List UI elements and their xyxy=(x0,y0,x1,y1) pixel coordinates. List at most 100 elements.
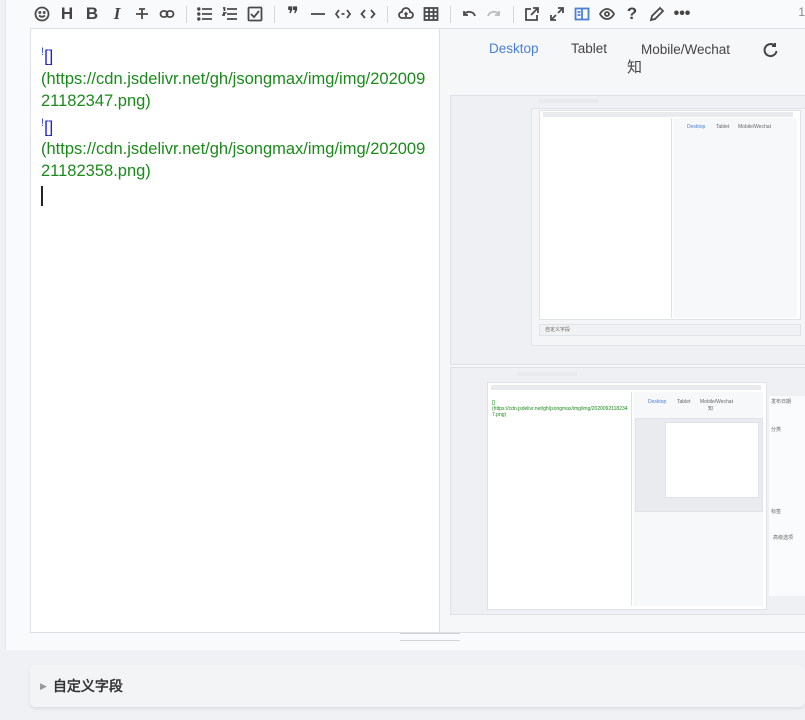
strike-button[interactable] xyxy=(130,3,154,25)
tab-mobile-label: Mobile/Wechat xyxy=(641,42,731,57)
eye-icon xyxy=(599,8,615,20)
editor-toolbar: H B I ❞ ? ••• 1 xyxy=(30,0,805,28)
preview-device-tabs: Desktop Tablet Mobile/Wechat 知 xyxy=(440,29,805,85)
more-button[interactable]: ••• xyxy=(670,3,694,25)
nested-title-bar xyxy=(517,372,577,376)
code-icon xyxy=(360,9,376,19)
nested-tab-desktop: Desktop xyxy=(648,399,667,405)
nested-tab-desktop: Desktop xyxy=(687,124,706,130)
nested-custom-field-label: 自定义字段 xyxy=(545,327,571,333)
edit-mode-button[interactable] xyxy=(520,3,544,25)
hr-button[interactable] xyxy=(306,3,330,25)
nested-tab-zhihu: 知 xyxy=(708,406,714,412)
emoji-button[interactable] xyxy=(30,3,54,25)
bold-icon: B xyxy=(85,4,99,23)
external-edit-icon xyxy=(525,7,539,21)
nested-tab-tablet: Tablet xyxy=(716,124,730,130)
fullscreen-icon xyxy=(550,7,564,21)
toolbar-divider xyxy=(387,5,388,23)
preview-pane: Desktop Tablet Mobile/Wechat 知 Desktop Ta… xyxy=(440,29,805,632)
refresh-button[interactable] xyxy=(761,41,779,62)
nested-toolbar xyxy=(491,385,761,390)
custom-field-label: 自定义字段 xyxy=(52,678,123,694)
quote-icon: ❞ xyxy=(287,3,299,26)
nested-divider xyxy=(671,118,672,318)
nested-divider xyxy=(631,392,632,606)
redo-button[interactable] xyxy=(482,3,506,25)
inline-code-icon xyxy=(335,9,351,19)
nested-toolbar xyxy=(543,112,793,117)
bullet-list-icon xyxy=(197,7,212,21)
nested-sidebar-tags: 标签 xyxy=(771,509,782,515)
toolbar-divider xyxy=(450,5,451,23)
strikethrough-icon xyxy=(136,8,148,19)
nested-inner-editor xyxy=(665,422,759,498)
caret-right-icon: ▶ xyxy=(40,680,47,691)
nested-markdown-text: [] (https://cdn.jsdelivr.net/gh/jsongmax… xyxy=(492,400,628,418)
italic-icon: I xyxy=(113,4,121,23)
undo-icon xyxy=(463,10,476,17)
fullscreen-button[interactable] xyxy=(545,3,569,25)
pencil-icon xyxy=(649,6,665,22)
code-block-button[interactable] xyxy=(356,3,380,25)
link-icon xyxy=(159,10,175,18)
ordered-list-button[interactable] xyxy=(218,3,242,25)
nested-custom-field xyxy=(539,324,801,336)
markdown-input[interactable]: ![] (https://cdn.jsdelivr.net/gh/jsongmax… xyxy=(31,29,440,632)
nested-tab-mobile: Mobile/Wechat xyxy=(700,399,733,405)
nested-tab-tablet: Tablet xyxy=(677,399,691,405)
cloud-upload-icon xyxy=(398,7,414,19)
tab-tablet[interactable]: Tablet xyxy=(571,41,607,56)
question-icon: ? xyxy=(626,4,638,23)
md-image-url: (https://cdn.jsdelivr.net/gh/jsongmax/im… xyxy=(41,69,426,110)
nested-preview xyxy=(673,118,797,318)
markdown-content: ![] (https://cdn.jsdelivr.net/gh/jsongmax… xyxy=(31,29,439,212)
checklist-button[interactable] xyxy=(243,3,267,25)
toolbar-divider xyxy=(186,5,187,23)
bullet-list-button[interactable] xyxy=(193,3,217,25)
link-button[interactable] xyxy=(155,3,179,25)
nested-sidebar-category: 分类 xyxy=(771,427,782,433)
ordered-list-icon xyxy=(222,7,237,20)
emoji-icon xyxy=(34,6,50,22)
preview-button[interactable] xyxy=(595,3,619,25)
split-view-button[interactable] xyxy=(570,3,594,25)
inline-code-button[interactable] xyxy=(331,3,355,25)
refresh-icon xyxy=(763,43,778,58)
quote-button[interactable]: ❞ xyxy=(281,3,305,26)
image-markdown-line: ![] (https://cdn.jsdelivr.net/gh/jsongmax… xyxy=(41,41,429,112)
editor-panes: ![] (https://cdn.jsdelivr.net/gh/jsongmax… xyxy=(30,28,805,633)
nested-sidebar-date: 发布日期 xyxy=(771,399,792,405)
table-icon xyxy=(423,7,439,21)
upload-button[interactable] xyxy=(394,3,418,25)
toolbar-divider xyxy=(274,5,275,23)
nested-title-bar xyxy=(539,99,599,103)
tab-mobile-wechat[interactable]: Mobile/Wechat 知 xyxy=(627,41,731,77)
md-image-close: ] xyxy=(48,47,54,66)
tab-zhihu-label: 知 xyxy=(627,59,643,76)
custom-field-panel[interactable]: ▶ 自定义字段 xyxy=(30,665,805,707)
italic-button[interactable]: I xyxy=(105,3,129,25)
split-view-icon xyxy=(574,7,590,21)
tab-desktop[interactable]: Desktop xyxy=(489,41,539,56)
text-cursor xyxy=(41,186,43,206)
undo-button[interactable] xyxy=(457,3,481,25)
help-button[interactable]: ? xyxy=(620,3,644,25)
resize-handle[interactable] xyxy=(400,633,460,641)
nested-tab-mobile: Mobile/Wechat xyxy=(738,124,771,130)
more-dots-icon: ••• xyxy=(673,5,691,22)
toolbar-divider xyxy=(513,5,514,23)
image-markdown-line: ![] (https://cdn.jsdelivr.net/gh/jsongmax… xyxy=(41,112,429,183)
redo-icon xyxy=(487,10,500,17)
table-button[interactable] xyxy=(419,3,443,25)
bold-button[interactable]: B xyxy=(80,3,104,25)
md-image-close: ] xyxy=(48,118,54,136)
heading-button[interactable]: H xyxy=(55,3,79,25)
md-image-url: (https://cdn.jsdelivr.net/gh/jsongmax/im… xyxy=(41,140,426,180)
preview-image-2: [] (https://cdn.jsdelivr.net/gh/jsongmax… xyxy=(450,367,805,615)
toolbar-counter: 1 xyxy=(798,5,805,19)
heading-icon: H xyxy=(60,4,74,23)
checkbox-icon xyxy=(247,6,263,22)
format-button[interactable] xyxy=(645,3,669,25)
nested-sidebar-advanced: 高级选项 xyxy=(773,535,794,541)
